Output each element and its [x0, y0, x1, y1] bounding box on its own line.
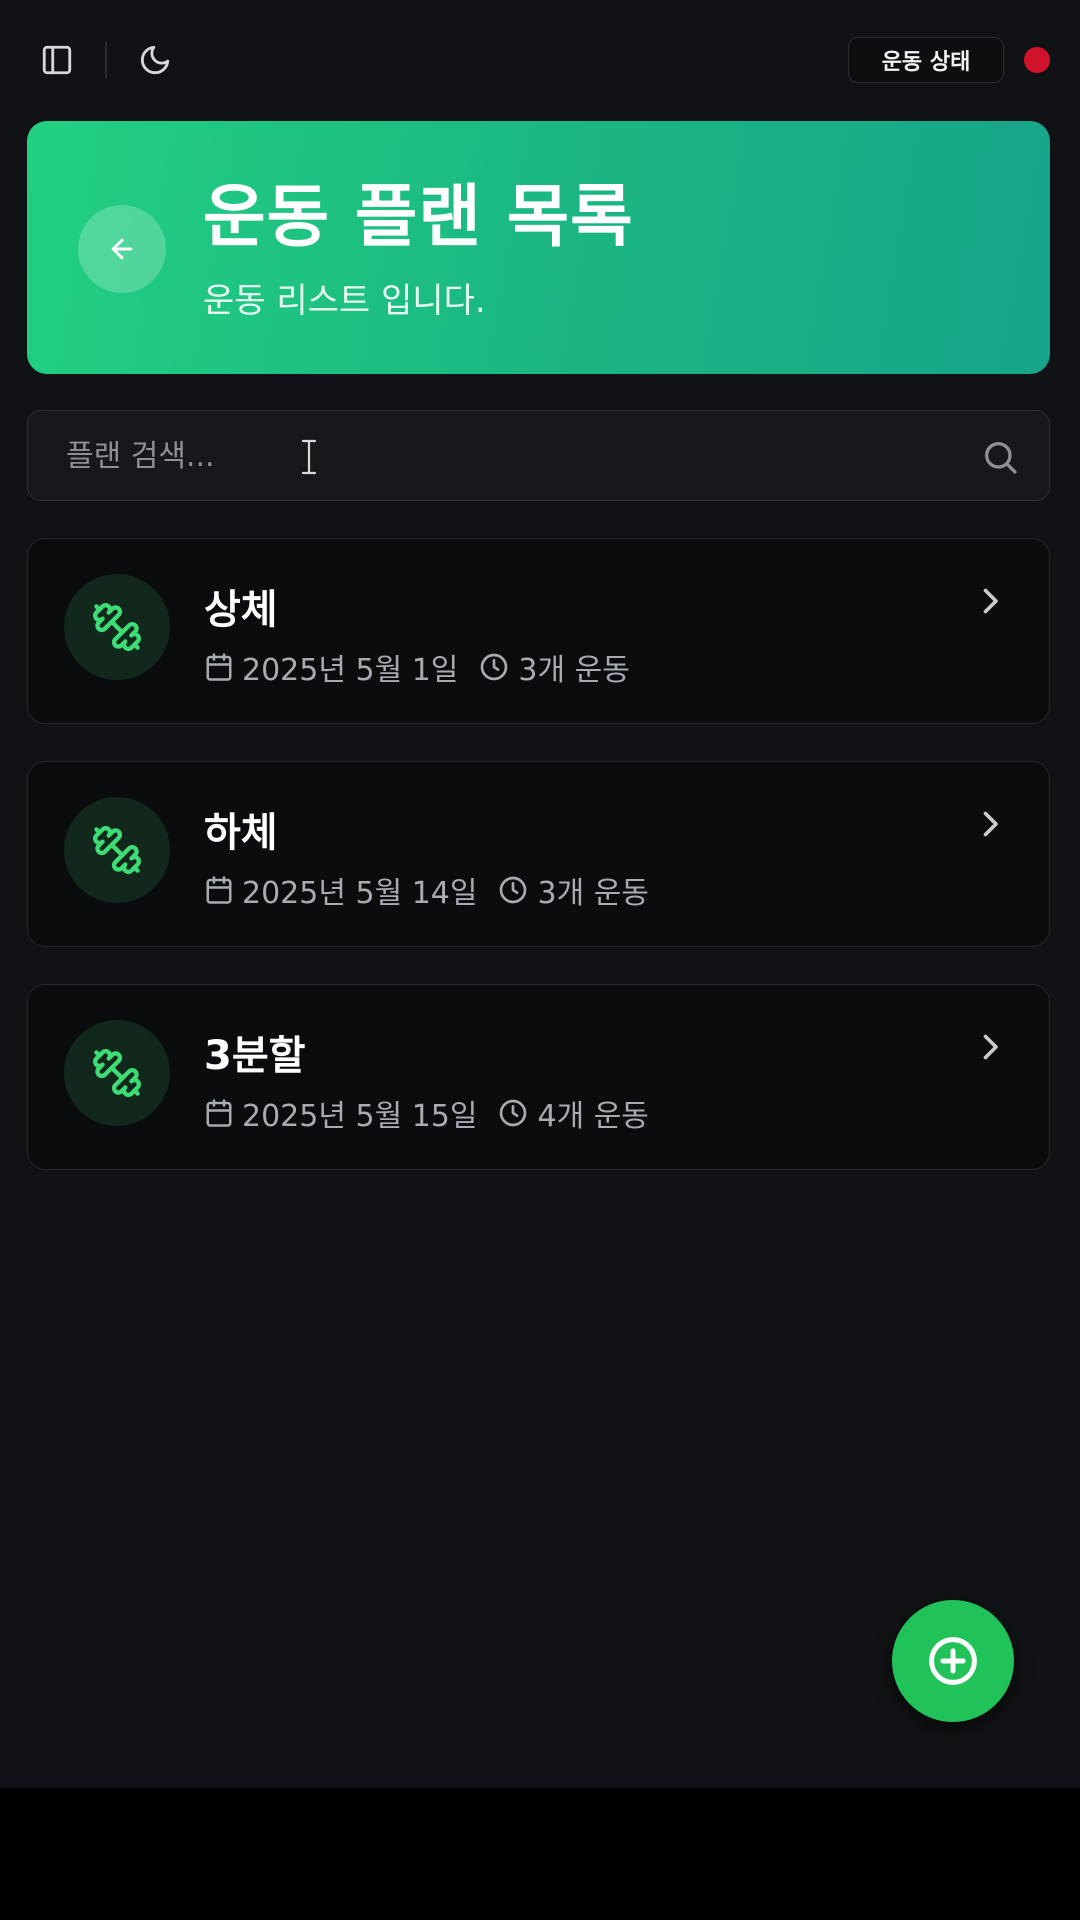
- chevron-right-icon: [983, 1034, 998, 1060]
- status-indicator-dot: [1024, 47, 1050, 73]
- calendar-icon: [204, 875, 234, 905]
- plan-meta: 2025년 5월 14일 3개 운동: [204, 870, 649, 911]
- plan-card[interactable]: 3분할 2025년 5월 15일 4개 운동: [27, 984, 1050, 1170]
- search-input[interactable]: [64, 411, 948, 501]
- plan-exercise-count: 4개 운동: [537, 1099, 649, 1134]
- plan-name: 하체: [204, 810, 278, 856]
- workout-status-button[interactable]: 운동 상태: [848, 37, 1004, 83]
- top-bar: 운동 상태: [0, 0, 1080, 120]
- toolbar-divider: [105, 42, 107, 78]
- plan-date: 2025년 5월 1일: [242, 653, 459, 688]
- plan-name: 상체: [204, 587, 278, 633]
- clock-icon: [497, 1097, 529, 1129]
- plan-meta: 2025년 5월 15일 4개 운동: [204, 1093, 649, 1134]
- clock-icon: [478, 651, 510, 683]
- search-box: [27, 410, 1050, 501]
- page-title: 운동 플랜 목록: [203, 178, 634, 257]
- dumbbell-icon: [93, 1049, 141, 1097]
- sidebar-toggle-icon: [42, 45, 72, 75]
- back-button[interactable]: [78, 205, 166, 293]
- plan-icon-circle: [64, 574, 170, 680]
- plan-card[interactable]: 하체 2025년 5월 14일 3개 운동: [27, 761, 1050, 947]
- page-subtitle: 운동 리스트 입니다.: [203, 281, 486, 321]
- chevron-right-icon: [983, 588, 998, 614]
- plan-exercise-count: 3개 운동: [537, 876, 649, 911]
- theme-toggle-button[interactable]: [135, 40, 175, 80]
- page-header-banner: 운동 플랜 목록 운동 리스트 입니다.: [27, 121, 1050, 374]
- workout-status-label: 운동 상태: [881, 50, 971, 75]
- arrow-left-icon: [111, 238, 133, 260]
- plan-card[interactable]: 상체 2025년 5월 1일 3개 운동: [27, 538, 1050, 724]
- plan-icon-circle: [64, 797, 170, 903]
- sidebar-toggle-button[interactable]: [37, 40, 77, 80]
- plan-name: 3분할: [204, 1033, 306, 1079]
- plan-icon-circle: [64, 1020, 170, 1126]
- plus-circle-icon: [929, 1637, 977, 1685]
- calendar-icon: [204, 652, 234, 682]
- plan-meta: 2025년 5월 1일 3개 운동: [204, 647, 630, 688]
- plan-date: 2025년 5월 15일: [242, 1099, 478, 1134]
- text-cursor-icon: [301, 439, 317, 475]
- add-plan-button[interactable]: [892, 1600, 1014, 1722]
- dumbbell-icon: [93, 603, 141, 651]
- clock-icon: [497, 874, 529, 906]
- app-screen: 운동 상태 운동 플랜 목록 운동 리스트 입니다. 상체 2025년 5월 1…: [0, 0, 1080, 1788]
- chevron-right-icon: [983, 811, 998, 837]
- calendar-icon: [204, 1098, 234, 1128]
- dumbbell-icon: [93, 826, 141, 874]
- moon-icon: [140, 45, 170, 75]
- search-icon[interactable]: [980, 437, 1020, 477]
- plan-date: 2025년 5월 14일: [242, 876, 478, 911]
- plan-exercise-count: 3개 운동: [518, 653, 630, 688]
